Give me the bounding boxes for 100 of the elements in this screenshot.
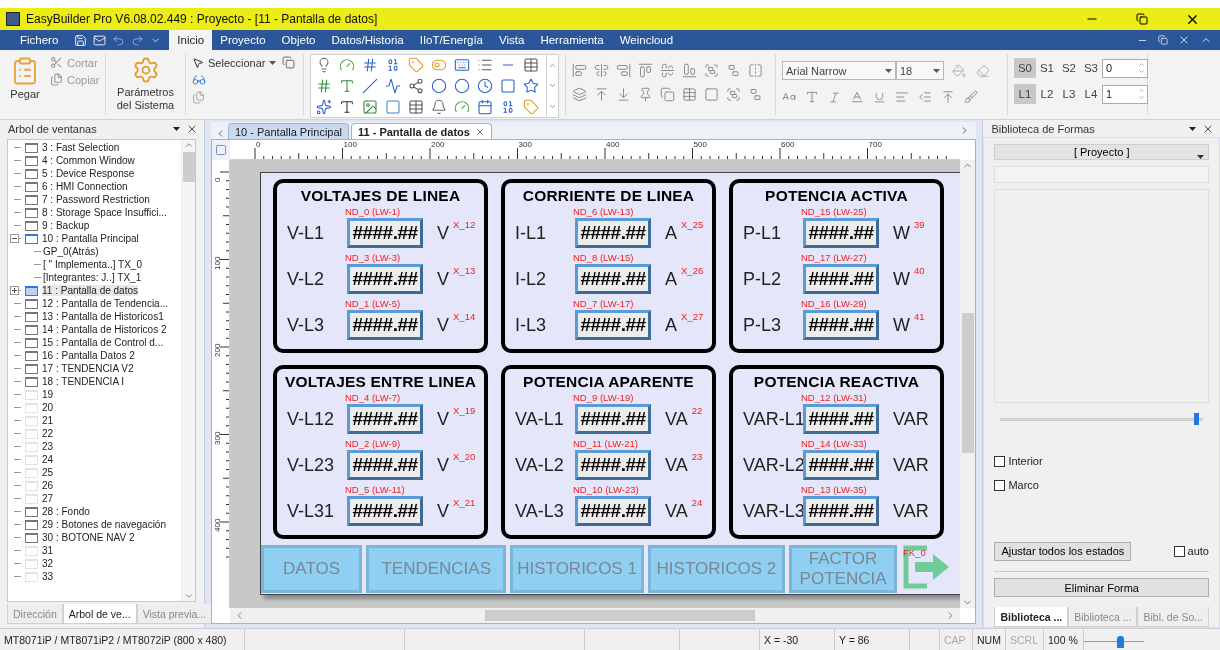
- tree-item[interactable]: 10 : Pantalla Principal: [42, 233, 139, 244]
- hash-icon[interactable]: [362, 57, 378, 73]
- tree-item[interactable]: 27: [42, 493, 54, 504]
- slider-track[interactable]: [1000, 418, 1203, 421]
- tree-item[interactable]: 16 : Pantalla Datos 2: [42, 350, 135, 361]
- menu-tab[interactable]: Fichero: [12, 30, 67, 50]
- tree-item[interactable]: 29 : Botones de navegación: [42, 519, 166, 530]
- tree-item[interactable]: 21: [42, 415, 54, 426]
- underline-icon[interactable]: [873, 90, 886, 104]
- window-icon[interactable]: [282, 56, 296, 69]
- binary-icon[interactable]: [500, 99, 516, 115]
- collapse-icon[interactable]: [10, 234, 19, 243]
- tree-item[interactable]: 33: [42, 571, 54, 582]
- undo-icon[interactable]: [112, 33, 126, 47]
- close-icon[interactable]: [1178, 34, 1190, 46]
- tree-item[interactable]: 20: [42, 402, 54, 413]
- font-name-field[interactable]: Arial Narrow: [782, 61, 896, 80]
- list-icon[interactable]: [477, 57, 493, 73]
- vertical-align-icon[interactable]: [941, 90, 955, 104]
- align-right-icon[interactable]: [616, 63, 631, 78]
- scrollbar-thumb[interactable]: [182, 152, 195, 182]
- save-icon[interactable]: [74, 33, 88, 47]
- checkbox[interactable]: [994, 455, 1006, 467]
- layer-button[interactable]: L2: [1036, 84, 1058, 104]
- tree-item[interactable]: 11 : Pantalla de datos: [42, 285, 138, 296]
- table-icon[interactable]: [408, 99, 424, 115]
- font-size-field[interactable]: 18: [896, 61, 944, 80]
- bring-front-icon[interactable]: [594, 87, 609, 102]
- line-icon[interactable]: [362, 78, 378, 94]
- tree-item[interactable]: 23: [42, 441, 54, 452]
- menu-tab[interactable]: IIoT/Energía: [411, 30, 491, 50]
- expand-icon[interactable]: [10, 286, 19, 295]
- picture-icon[interactable]: [362, 99, 378, 115]
- spin-up-icon[interactable]: [1138, 87, 1145, 94]
- paste-button[interactable]: Pegar: [6, 54, 44, 115]
- state-button[interactable]: S2: [1058, 58, 1080, 78]
- hash-icon[interactable]: [316, 78, 332, 94]
- format-painter-icon[interactable]: [964, 90, 978, 104]
- align-text-icon[interactable]: [895, 90, 909, 104]
- slider-thumb[interactable]: [1193, 413, 1199, 425]
- duplicate-icon[interactable]: [660, 87, 675, 102]
- select-button[interactable]: Seleccionar: [192, 56, 277, 69]
- adjust-states-button[interactable]: Ajustar todos los estados: [994, 541, 1132, 561]
- flip-icon[interactable]: [748, 63, 763, 78]
- system-parameters-button[interactable]: Parámetros del Sistema: [112, 54, 179, 115]
- italic-icon[interactable]: [828, 90, 841, 104]
- tree-item[interactable]: [Integrantes: J..] TX_1: [43, 272, 142, 283]
- zoom-thumb[interactable]: [1117, 635, 1124, 648]
- state-button[interactable]: S0: [1014, 58, 1036, 78]
- tree-item[interactable]: 13 : Pantalla de Historicos1: [42, 311, 164, 322]
- tree-item[interactable]: 5 : Device Response: [42, 168, 135, 179]
- corner-icon[interactable]: [215, 144, 227, 156]
- keyboard-icon[interactable]: [454, 57, 470, 73]
- glasses-icon[interactable]: [192, 73, 206, 87]
- tree-item[interactable]: 9 : Backup: [42, 220, 90, 231]
- align-top-icon[interactable]: [638, 63, 653, 78]
- ungroup-icon[interactable]: [748, 87, 763, 102]
- tree-item[interactable]: 3 : Fast Selection: [42, 142, 120, 153]
- tree-item[interactable]: 22: [42, 428, 54, 439]
- polyline-icon[interactable]: [408, 78, 424, 94]
- scrollbar-thumb[interactable]: [485, 610, 755, 621]
- sparkle-icon[interactable]: [316, 99, 332, 115]
- grid-icon[interactable]: [682, 87, 697, 102]
- checkbox[interactable]: [994, 479, 1006, 491]
- indent-icon[interactable]: [918, 90, 932, 104]
- menu-tab[interactable]: Datos/Historia: [323, 30, 412, 50]
- layer-button[interactable]: L4: [1080, 84, 1102, 104]
- tree-item[interactable]: 12 : Pantalla de Tendencia...: [42, 298, 169, 309]
- state-button[interactable]: S3: [1080, 58, 1102, 78]
- table-icon[interactable]: [523, 57, 539, 73]
- align-left-icon[interactable]: [572, 63, 587, 78]
- tag-icon[interactable]: [523, 99, 539, 115]
- binary-icon[interactable]: [385, 57, 401, 73]
- scroll-up-icon[interactable]: [183, 140, 194, 150]
- spin-down-icon[interactable]: [1138, 68, 1145, 75]
- tree-item[interactable]: 32: [42, 558, 54, 569]
- align-middle-icon[interactable]: [660, 63, 675, 78]
- document-tab[interactable]: 10 - Pantalla Principal: [228, 123, 349, 139]
- panel-tab[interactable]: Arbol de ve...: [62, 604, 137, 624]
- pin-icon[interactable]: [638, 87, 653, 102]
- send-back-icon[interactable]: [616, 87, 631, 102]
- menu-tab[interactable]: Weincloud: [611, 30, 682, 50]
- circle-icon[interactable]: [454, 78, 470, 94]
- layer-button[interactable]: L1: [1014, 84, 1036, 104]
- tree-item[interactable]: 4 : Common Window: [42, 155, 135, 166]
- delete-shape-button[interactable]: Eliminar Forma: [994, 578, 1209, 597]
- state-button[interactable]: S1: [1036, 58, 1058, 78]
- tree-item[interactable]: 24: [42, 454, 54, 465]
- state-field[interactable]: 0: [1102, 58, 1148, 78]
- lightbulb-icon[interactable]: [316, 57, 332, 73]
- rectangle-icon[interactable]: [385, 99, 401, 115]
- tree-item[interactable]: 31: [42, 545, 54, 556]
- scrollbar-thumb[interactable]: [961, 313, 974, 453]
- tree-item[interactable]: 30 : BOTONE NAV 2: [42, 532, 135, 543]
- layer-button[interactable]: L3: [1058, 84, 1080, 104]
- tree-item[interactable]: GP_0(Atrás): [43, 246, 99, 257]
- align-center-icon[interactable]: [594, 63, 609, 78]
- scroll-down-icon[interactable]: [183, 591, 194, 601]
- gauge-icon[interactable]: [454, 99, 470, 115]
- tree-item[interactable]: [ " Implementa..] TX_0: [43, 259, 142, 270]
